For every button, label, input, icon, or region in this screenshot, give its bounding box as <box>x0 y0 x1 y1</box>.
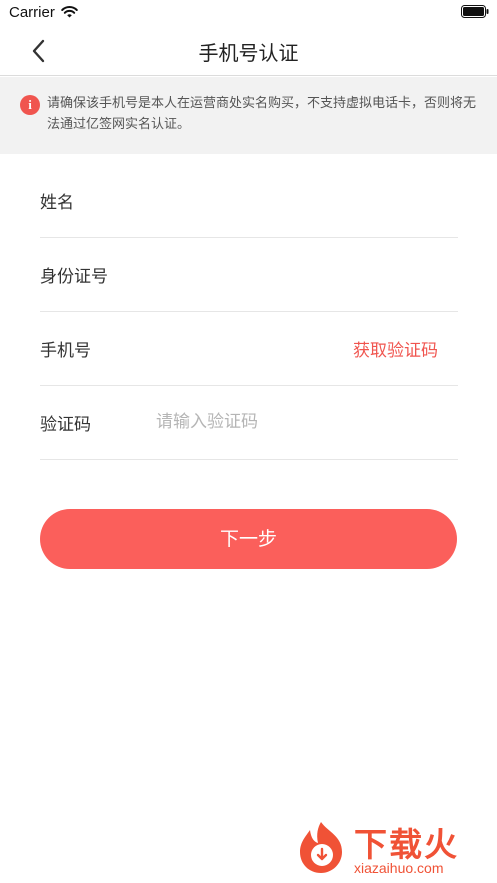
notice-banner: i 请确保该手机号是本人在运营商处实名购买，不支持虚拟电话卡，否则将无法通过亿签… <box>0 77 497 154</box>
verification-code-label: 验证码 <box>40 415 91 435</box>
phone-label: 手机号 <box>40 341 91 361</box>
watermark: 下载火 xiazaihuo.com <box>292 814 492 880</box>
exclamation-circle-icon: i <box>20 95 40 115</box>
watermark-subtitle: xiazaihuo.com <box>354 860 444 876</box>
flame-logo-icon <box>300 822 342 873</box>
notice-text: 请确保该手机号是本人在运营商处实名购买，不支持虚拟电话卡，否则将无法通过亿签网实… <box>47 96 477 132</box>
get-code-button[interactable]: 获取验证码 <box>353 336 438 361</box>
wifi-icon <box>61 6 78 18</box>
status-bar: Carrier <box>0 0 497 26</box>
id-number-label: 身份证号 <box>40 267 108 287</box>
name-field[interactable]: 姓名 <box>40 164 458 238</box>
verification-code-input[interactable] <box>156 406 446 438</box>
battery-icon <box>461 5 489 18</box>
next-button[interactable]: 下一步 <box>40 509 457 569</box>
id-number-field[interactable]: 身份证号 <box>40 238 458 312</box>
watermark-title: 下载火 <box>354 825 459 864</box>
verification-code-field: 验证码 <box>40 386 458 460</box>
phone-field[interactable]: 手机号 获取验证码 <box>40 312 458 386</box>
carrier-label: Carrier <box>9 4 55 21</box>
page-title: 手机号认证 <box>198 41 299 65</box>
nav-bar: 手机号认证 <box>0 26 497 76</box>
name-label: 姓名 <box>40 193 74 213</box>
